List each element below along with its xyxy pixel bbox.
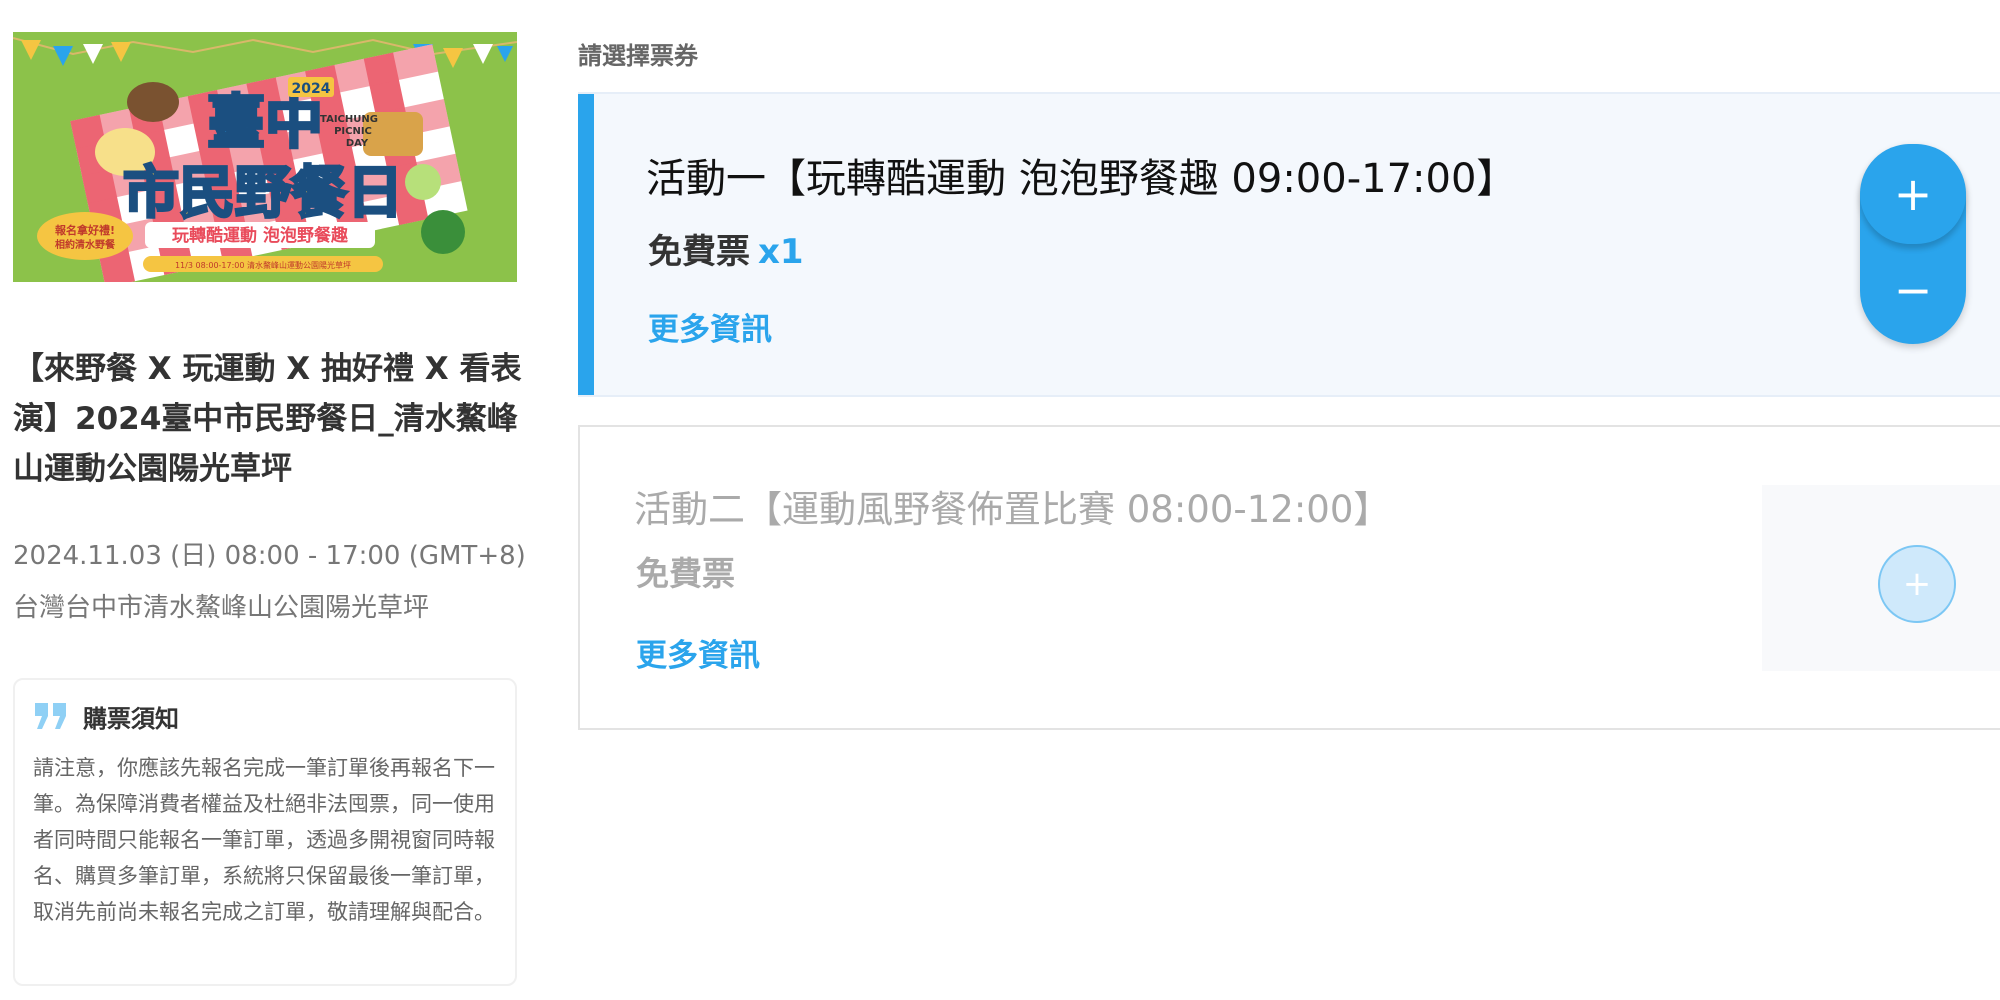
ticket-quantity: x1 <box>758 232 804 272</box>
notice-header: 購票須知 <box>33 698 497 734</box>
ticket-name: 活動二【運動風野餐佈置比賽 08:00-12:00】 <box>634 488 1391 531</box>
plus-icon: + <box>1902 564 1932 604</box>
more-info-link[interactable]: 更多資訊 <box>636 630 760 675</box>
add-ticket-button[interactable]: + <box>1878 545 1956 623</box>
ticket-name: 活動一【玩轉酷運動 泡泡野餐趣 09:00-17:00】 <box>646 156 1517 202</box>
more-info-link[interactable]: 更多資訊 <box>648 304 772 349</box>
banner-title-2: 市民野餐日 <box>123 161 403 226</box>
select-ticket-label: 請選擇票券 <box>578 42 698 70</box>
ticket-card-1[interactable]: 活動一【玩轉酷運動 泡泡野餐趣 09:00-17:00】 免費票 x1 更多資訊 … <box>578 92 2000 397</box>
increase-button[interactable]: + <box>1860 144 1966 244</box>
banner-title-1: 臺中 <box>207 88 323 156</box>
svg-text:DAY: DAY <box>346 138 369 149</box>
svg-text:玩轉酷運動 泡泡野餐趣: 玩轉酷運動 泡泡野餐趣 <box>172 225 349 246</box>
quantity-stepper: + − <box>1860 144 1966 344</box>
decrease-button[interactable]: − <box>1860 240 1966 340</box>
ticket-type-label: 免費票 <box>636 554 735 593</box>
event-date: 2024.11.03 (日) 08:00 - 17:00 (GMT+8) <box>13 541 526 571</box>
notice-body: 請注意，你應該先報名完成一筆訂單後再報名下一筆。為保障消費者權益及杜絕非法囤票，… <box>33 756 495 924</box>
quote-icon <box>35 703 66 729</box>
ticket-type-label: 免費票 <box>648 232 750 272</box>
svg-text:PICNIC: PICNIC <box>334 126 372 137</box>
notice-title: 購票須知 <box>83 704 179 733</box>
purchase-notice-card: 購票須知 請注意，你應該先報名完成一筆訂單後再報名下一筆。為保障消費者權益及杜絕… <box>13 678 517 986</box>
selected-indicator-bar <box>578 94 594 395</box>
ticket-type: 免費票 x1 <box>648 224 804 273</box>
ticket-card-2[interactable]: 活動二【運動風野餐佈置比賽 08:00-12:00】 免費票 更多資訊 + <box>578 425 2000 730</box>
event-banner-image: 臺中 市民野餐日 2024 TAICHUNG PICNIC DAY 報名拿好禮!… <box>13 32 517 282</box>
svg-text:TAICHUNG: TAICHUNG <box>320 114 378 125</box>
svg-text:相約清水野餐: 相約清水野餐 <box>55 238 116 251</box>
event-venue: 台灣台中市清水鰲峰山公園陽光草坪 <box>13 593 430 623</box>
minus-icon: − <box>1893 263 1933 317</box>
banner-illustration: 臺中 市民野餐日 2024 TAICHUNG PICNIC DAY 報名拿好禮!… <box>13 32 517 282</box>
plus-icon: + <box>1893 167 1933 221</box>
svg-text:11/3 08:00-17:00 清水鰲峰山運動公園陽光草坪: 11/3 08:00-17:00 清水鰲峰山運動公園陽光草坪 <box>175 260 351 270</box>
event-title: 【來野餐 X 玩運動 X 抽好禮 X 看表演】2024臺中市民野餐日_清水鰲峰山… <box>13 351 522 487</box>
svg-text:報名拿好禮!: 報名拿好禮! <box>55 223 115 237</box>
svg-text:2024: 2024 <box>292 81 331 97</box>
